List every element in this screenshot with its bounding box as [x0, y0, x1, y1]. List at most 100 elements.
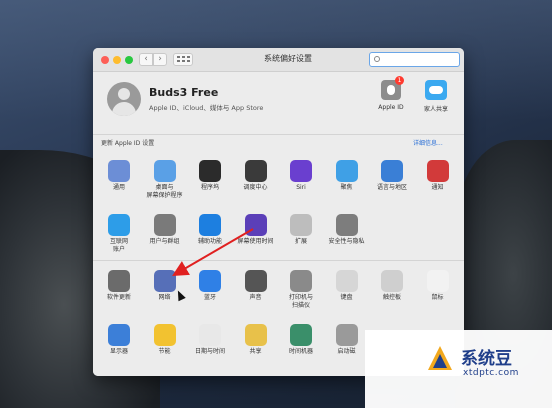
- update-apple-id-text: 更新 Apple ID 设置: [101, 140, 155, 147]
- apple-id-label: Apple ID: [378, 104, 404, 111]
- search-input[interactable]: [369, 52, 460, 67]
- pref-pane-label: 调度中心: [243, 184, 268, 191]
- pref-pane-bluetooth[interactable]: 蓝牙: [190, 270, 230, 302]
- family-sharing-button[interactable]: [425, 80, 447, 100]
- pref-pane-software-update[interactable]: 软件更新: [99, 270, 139, 302]
- account-subtitle: Apple ID、iCloud、媒体与 App Store: [149, 104, 264, 112]
- pref-pane-trackpad[interactable]: 触控板: [372, 270, 412, 302]
- siri-icon: [290, 160, 312, 182]
- pref-pane-label: 鼠标: [431, 294, 444, 301]
- pref-pane-label: 共享: [249, 348, 262, 355]
- date-time-icon: [199, 324, 221, 346]
- account-name: Buds3 Free: [149, 86, 219, 99]
- account-header: Buds3 Free Apple ID、iCloud、媒体与 App Store…: [93, 72, 464, 140]
- pref-pane-printers[interactable]: 打印机与 扫描仪: [281, 270, 321, 310]
- pref-pane-internet-accounts[interactable]: 互联网 账户: [99, 214, 139, 254]
- pref-pane-date-time[interactable]: 日期与时间: [190, 324, 230, 356]
- pref-pane-label: 用户与群组: [149, 238, 180, 245]
- pref-pane-security[interactable]: 安全性与隐私: [327, 214, 367, 246]
- pref-pane-siri[interactable]: Siri: [281, 160, 321, 192]
- watermark-title: 系统豆: [461, 349, 512, 369]
- sharing-icon: [244, 324, 267, 346]
- notification-badge: 1: [395, 76, 404, 85]
- system-preferences-window: ‹ › 系统偏好设置 Buds3 Free Apple ID、iCloud、媒体…: [93, 48, 464, 376]
- pref-pane-label: 通知: [431, 184, 444, 191]
- extensions-icon: [290, 214, 312, 236]
- family-cloud-icon: [429, 86, 443, 94]
- pref-pane-energy-saver[interactable]: 节能: [145, 324, 185, 356]
- show-all-button[interactable]: [173, 53, 193, 66]
- pref-pane-label: 程序坞: [200, 184, 219, 191]
- pref-pane-label: 时间机器: [288, 348, 313, 355]
- pref-pane-label: Siri: [296, 184, 306, 191]
- update-apple-id-bar: 更新 Apple ID 设置 详细信息...: [93, 134, 464, 148]
- pref-pane-startup-disk[interactable]: 启动磁: [327, 324, 367, 356]
- watermark-url: xtdptc.com: [463, 368, 519, 378]
- back-button[interactable]: ‹: [139, 53, 153, 66]
- watermark-logo-icon: [428, 346, 452, 370]
- pref-pane-time-machine[interactable]: 时间机器: [281, 324, 321, 356]
- security-icon: [335, 214, 358, 236]
- pref-pane-extensions[interactable]: 扩展: [281, 214, 321, 246]
- pref-pane-mouse[interactable]: 鼠标: [418, 270, 458, 302]
- minimize-button[interactable]: [113, 56, 121, 64]
- grid-icon: [177, 56, 180, 58]
- desktop-icon: [153, 160, 176, 182]
- zoom-button[interactable]: [125, 56, 133, 64]
- pref-pane-label: 启动磁: [337, 348, 356, 355]
- close-button[interactable]: [101, 56, 109, 64]
- dock-icon: [199, 160, 221, 182]
- energy-saver-icon: [153, 324, 176, 346]
- displays-icon: [108, 324, 130, 346]
- time-machine-icon: [290, 324, 312, 346]
- pref-pane-label: 打印机与 扫描仪: [288, 294, 313, 309]
- sound-icon: [244, 270, 267, 292]
- details-link[interactable]: 详细信息...: [413, 138, 443, 147]
- pref-pane-general[interactable]: 通用: [99, 160, 139, 192]
- pref-pane-label: 互联网 账户: [109, 238, 128, 253]
- watermark: 系统豆 xtdptc.com: [365, 330, 552, 408]
- family-sharing-label: 家人共享: [423, 106, 448, 113]
- pref-pane-label: 蓝牙: [203, 294, 216, 301]
- pref-pane-label: 日期与时间: [194, 348, 225, 355]
- pref-pane-notifications[interactable]: 通知: [418, 160, 458, 192]
- pref-pane-label: 辅助功能: [197, 238, 222, 245]
- pref-pane-label: 显示器: [109, 348, 128, 355]
- network-icon: [153, 270, 176, 292]
- internet-accounts-icon: [108, 214, 130, 236]
- mission-control-icon: [244, 160, 267, 182]
- search-icon: [374, 56, 380, 62]
- pref-pane-label: 触控板: [382, 294, 401, 301]
- pref-pane-label: 聚焦: [340, 184, 353, 191]
- users-icon: [153, 214, 176, 236]
- pref-pane-users[interactable]: 用户与群组: [145, 214, 185, 246]
- spotlight-icon: [335, 160, 358, 182]
- pref-pane-screen-time[interactable]: 屏幕使用时间: [236, 214, 276, 246]
- pref-pane-label: 安全性与隐私: [328, 238, 365, 245]
- chevron-right-icon: ›: [158, 54, 162, 64]
- pref-pane-label: 桌面与 屏幕保护程序: [146, 184, 183, 199]
- avatar[interactable]: [107, 82, 141, 116]
- pref-pane-dock[interactable]: 程序坞: [190, 160, 230, 192]
- pref-pane-label: 声音: [249, 294, 262, 301]
- pref-pane-displays[interactable]: 显示器: [99, 324, 139, 356]
- pref-pane-language[interactable]: 语言与地区: [372, 160, 412, 192]
- pref-pane-spotlight[interactable]: 聚焦: [327, 160, 367, 192]
- screen-time-icon: [244, 214, 267, 236]
- chevron-left-icon: ‹: [144, 54, 148, 64]
- window-title: 系统偏好设置: [264, 54, 312, 63]
- pref-pane-label: 节能: [158, 348, 171, 355]
- notifications-icon: [426, 160, 449, 182]
- bluetooth-icon: [199, 270, 221, 292]
- printers-icon: [290, 270, 312, 292]
- software-update-icon: [108, 270, 130, 292]
- pref-pane-sharing[interactable]: 共享: [236, 324, 276, 356]
- pref-pane-desktop[interactable]: 桌面与 屏幕保护程序: [145, 160, 185, 200]
- forward-button[interactable]: ›: [153, 53, 167, 66]
- pref-pane-keyboard[interactable]: 键盘: [327, 270, 367, 302]
- pref-pane-accessibility[interactable]: 辅助功能: [190, 214, 230, 246]
- pref-pane-sound[interactable]: 声音: [236, 270, 276, 302]
- pref-pane-mission-control[interactable]: 调度中心: [236, 160, 276, 192]
- keyboard-icon: [335, 270, 358, 292]
- general-icon: [108, 160, 130, 182]
